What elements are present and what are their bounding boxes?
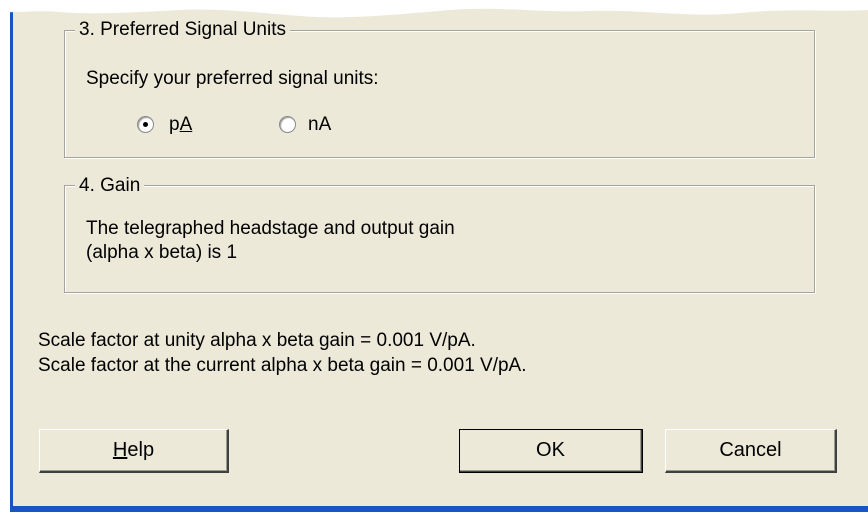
ok-button[interactable]: OK bbox=[459, 429, 643, 473]
help-button[interactable]: Help bbox=[39, 429, 229, 473]
scale-factor-current: Scale factor at the current alpha x beta… bbox=[38, 355, 527, 376]
radio-pa-circle[interactable] bbox=[137, 116, 154, 133]
radio-pa-label: pA bbox=[169, 114, 192, 136]
torn-edge-decoration bbox=[0, 0, 868, 18]
radio-na[interactable]: nA bbox=[275, 114, 385, 136]
signal-units-groupbox bbox=[64, 30, 815, 158]
radio-pa-label-accelerator: A bbox=[179, 114, 193, 135]
help-button-label: elp bbox=[127, 439, 155, 461]
radio-selected-dot-icon bbox=[143, 122, 148, 127]
screenshot-stage: 3. Preferred Signal Units Specify your p… bbox=[0, 0, 868, 512]
dialog-window: 3. Preferred Signal Units Specify your p… bbox=[10, 0, 868, 508]
radio-pa-label-prefix: p bbox=[169, 114, 180, 135]
scale-factor-unity: Scale factor at unity alpha x beta gain … bbox=[38, 330, 476, 351]
help-button-accelerator: H bbox=[112, 439, 128, 461]
radio-na-circle[interactable] bbox=[279, 116, 296, 133]
radio-na-label: nA bbox=[308, 114, 332, 135]
gain-legend: 4. Gain bbox=[75, 175, 145, 197]
gain-text-line2: (alpha x beta) is 1 bbox=[86, 242, 238, 263]
radio-pa[interactable]: pA bbox=[133, 114, 243, 136]
signal-units-prompt: Specify your preferred signal units: bbox=[86, 68, 379, 89]
dialog-bottom-border bbox=[10, 506, 868, 512]
gain-text-line1: The telegraphed headstage and output gai… bbox=[86, 218, 455, 239]
cancel-button[interactable]: Cancel bbox=[665, 429, 837, 473]
